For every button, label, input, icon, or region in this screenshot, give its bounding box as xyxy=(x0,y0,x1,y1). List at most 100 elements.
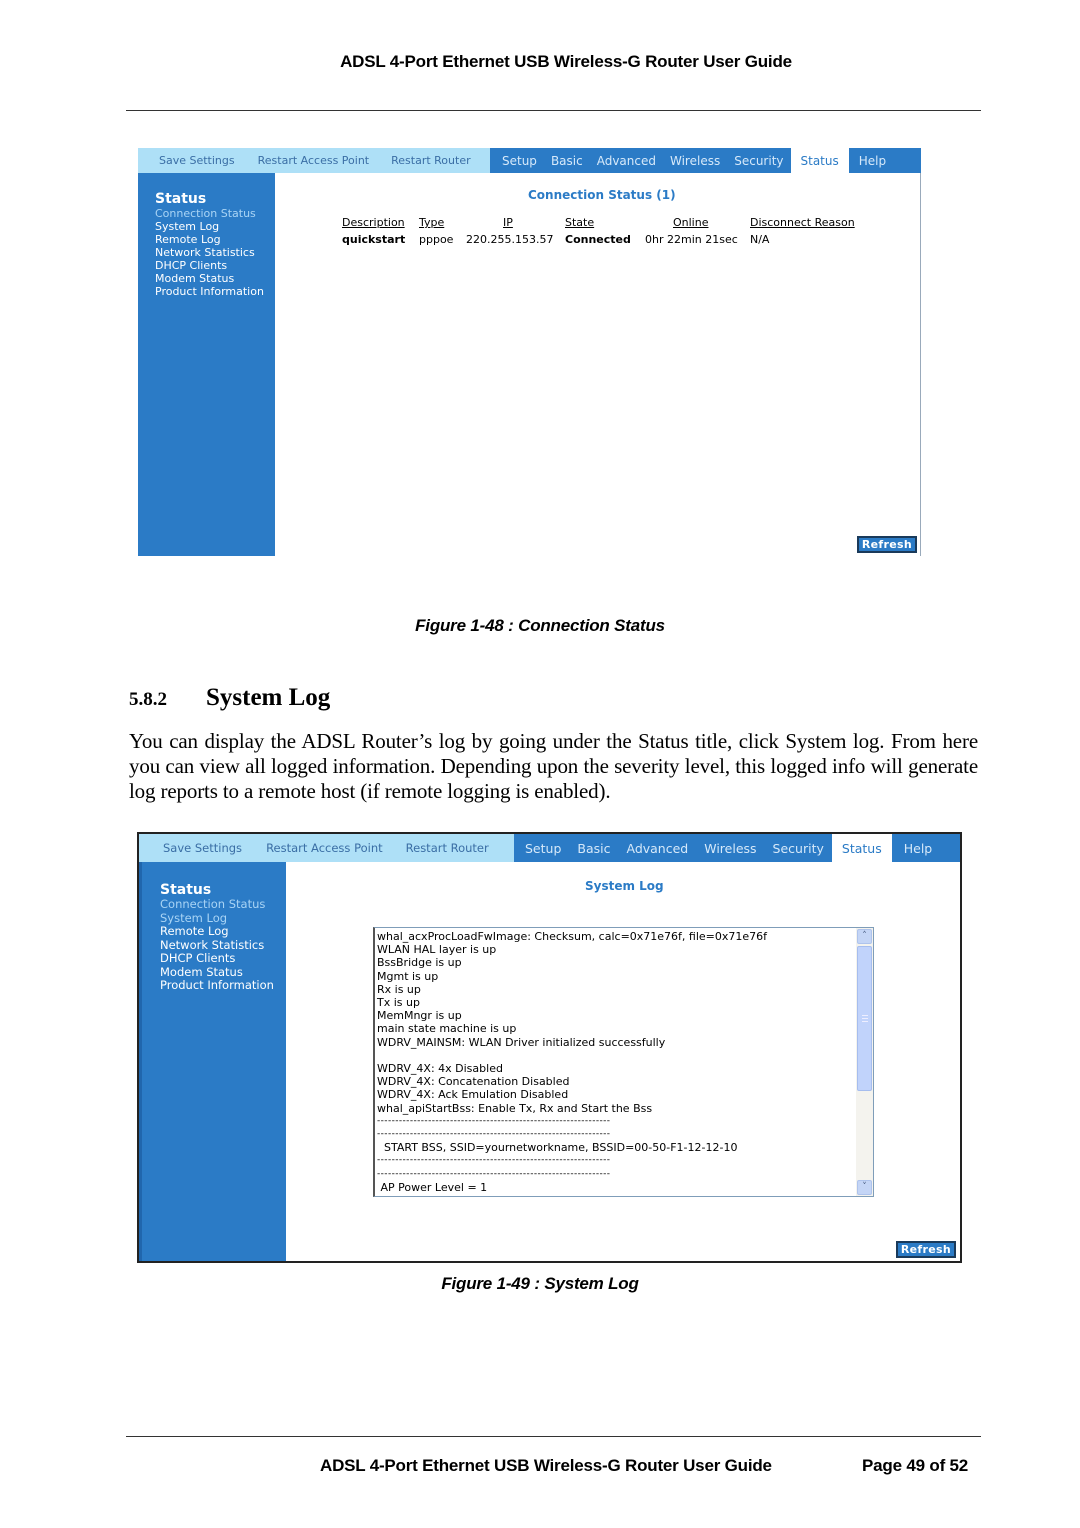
log-line: Tx is up xyxy=(377,996,420,1010)
sidebar-heading: Status xyxy=(155,191,207,207)
section-title: System Log xyxy=(206,684,331,711)
sidebar-item-network-statistics[interactable]: Network Statistics xyxy=(160,938,286,953)
top-nav-bar: Save Settings Restart Access Point Resta… xyxy=(138,148,921,173)
log-line: WLAN HAL layer is up xyxy=(377,943,497,957)
save-settings-link[interactable]: Save Settings xyxy=(163,841,242,855)
log-text: whal_acxProcLoadFwImage: Checksum, calc=… xyxy=(377,930,855,1194)
connection-status-screenshot: Save Settings Restart Access Point Resta… xyxy=(138,148,921,556)
header-rule xyxy=(126,110,981,111)
log-line: ----------------------------------------… xyxy=(377,1155,611,1166)
restart-access-point-link[interactable]: Restart Access Point xyxy=(258,154,370,167)
tab-wireless[interactable]: Wireless xyxy=(663,148,727,173)
scroll-up-arrow-icon[interactable]: ˄ xyxy=(857,929,872,944)
save-settings-link[interactable]: Save Settings xyxy=(159,154,235,167)
sidebar-menu: Connection Status System Log Remote Log … xyxy=(160,897,286,993)
figure-caption: Figure 1-49 : System Log xyxy=(441,1274,639,1293)
sidebar-item-system-log[interactable]: System Log xyxy=(155,220,275,233)
log-line: whal_apiStartBss: Enable Tx, Rx and Star… xyxy=(377,1101,653,1115)
main-tabs: Setup Basic Advanced Wireless Security S… xyxy=(490,148,921,173)
log-line: whal_acxProcLoadFwImage: Checksum, calc=… xyxy=(377,930,768,943)
footer-title: ADSL 4-Port Ethernet USB Wireless-G Rout… xyxy=(320,1456,772,1475)
restart-router-link[interactable]: Restart Router xyxy=(391,154,471,167)
tab-basic[interactable]: Basic xyxy=(569,834,618,862)
main-tabs: Setup Basic Advanced Wireless Security S… xyxy=(514,834,960,862)
log-line: WDRV_MAINSM: WLAN Driver initialized suc… xyxy=(377,1035,666,1049)
tab-wireless[interactable]: Wireless xyxy=(696,834,764,862)
log-scrollbar[interactable]: ˄ ˅ xyxy=(856,928,873,1196)
log-line: ----------------------------------------… xyxy=(377,1129,611,1140)
top-nav-bar: Save Settings Restart Access Point Resta… xyxy=(139,834,960,862)
connection-table: Description Type IP State Online Disconn… xyxy=(342,216,855,246)
grip-icon xyxy=(862,1015,868,1022)
sidebar: Status Connection Status System Log Remo… xyxy=(139,862,286,1261)
col-disconnect-reason: Disconnect Reason xyxy=(750,216,855,229)
content-title: Connection Status (1) xyxy=(528,188,676,202)
col-type: Type xyxy=(419,216,445,229)
tab-advanced[interactable]: Advanced xyxy=(618,834,696,862)
action-bar: Save Settings Restart Access Point Resta… xyxy=(138,148,490,173)
tab-advanced[interactable]: Advanced xyxy=(590,148,663,173)
cell-ip: 220.255.153.57 xyxy=(466,233,554,246)
refresh-button[interactable]: Refresh xyxy=(895,1241,956,1258)
page-header: ADSL 4-Port Ethernet USB Wireless-G Rout… xyxy=(340,52,792,71)
restart-access-point-link[interactable]: Restart Access Point xyxy=(266,841,383,855)
content-title: System Log xyxy=(585,879,664,893)
sidebar-item-connection-status[interactable]: Connection Status xyxy=(160,897,286,912)
log-line: main state machine is up xyxy=(377,1022,517,1036)
sidebar: Status Connection Status System Log Remo… xyxy=(138,173,275,556)
tab-setup[interactable]: Setup xyxy=(490,148,544,173)
page-number: Page 49 of 52 xyxy=(862,1456,969,1475)
action-bar: Save Settings Restart Access Point Resta… xyxy=(139,834,514,862)
log-line: ----------------------------------------… xyxy=(377,1115,611,1126)
col-description: Description xyxy=(342,216,405,229)
tab-basic[interactable]: Basic xyxy=(544,148,590,173)
tab-security[interactable]: Security xyxy=(765,834,832,862)
cell-type: pppoe xyxy=(419,233,454,246)
refresh-button[interactable]: Refresh xyxy=(856,536,917,553)
sidebar-item-remote-log[interactable]: Remote Log xyxy=(160,924,286,939)
log-line: WDRV_4X: Ack Emulation Disabled xyxy=(377,1088,569,1102)
sidebar-item-product-information[interactable]: Product Information xyxy=(155,285,275,298)
sidebar-menu: Connection Status System Log Remote Log … xyxy=(155,207,275,298)
col-ip: IP xyxy=(503,216,513,229)
tab-security[interactable]: Security xyxy=(727,148,790,173)
table-header-row: Description Type IP State Online Disconn… xyxy=(342,216,855,233)
sidebar-item-remote-log[interactable]: Remote Log xyxy=(155,233,275,246)
sidebar-item-modem-status[interactable]: Modem Status xyxy=(155,272,275,285)
footer-rule xyxy=(126,1436,981,1437)
sidebar-heading: Status xyxy=(160,882,212,898)
sidebar-item-system-log[interactable]: System Log xyxy=(160,911,286,926)
log-line: BssBridge is up xyxy=(377,956,462,970)
log-line: Mgmt is up xyxy=(377,969,439,983)
col-state: State xyxy=(565,216,595,229)
log-line: AP Power Level = 1 xyxy=(377,1180,488,1194)
sidebar-item-dhcp-clients[interactable]: DHCP Clients xyxy=(160,951,286,966)
sidebar-item-connection-status[interactable]: Connection Status xyxy=(155,207,275,220)
body-paragraph: You can display the ADSL Router’s log by… xyxy=(129,729,978,803)
table-row: quickstart pppoe 220.255.153.57 Connecte… xyxy=(342,233,855,246)
tab-help[interactable]: Help xyxy=(849,148,893,173)
scroll-down-arrow-icon[interactable]: ˅ xyxy=(857,1180,872,1195)
system-log-textarea[interactable]: whal_acxProcLoadFwImage: Checksum, calc=… xyxy=(373,927,874,1197)
cell-state: Connected xyxy=(565,233,631,246)
figure-caption: Figure 1-48 : Connection Status xyxy=(415,616,665,635)
tab-setup[interactable]: Setup xyxy=(514,834,569,862)
log-line: Rx is up xyxy=(377,982,421,996)
content-border xyxy=(920,173,921,556)
scrollbar-thumb[interactable] xyxy=(857,946,872,1091)
log-line: ----------------------------------------… xyxy=(377,1168,611,1179)
log-line: START BSS, SSID=yournetworkname, BSSID=0… xyxy=(377,1141,738,1155)
cell-disconnect-reason: N/A xyxy=(750,233,770,246)
sidebar-item-dhcp-clients[interactable]: DHCP Clients xyxy=(155,259,275,272)
tab-help[interactable]: Help xyxy=(892,834,941,862)
tab-status[interactable]: Status xyxy=(831,834,892,862)
sidebar-item-modem-status[interactable]: Modem Status xyxy=(160,965,286,980)
section-number: 5.8.2 xyxy=(129,689,167,710)
cell-online: 0hr 22min 21sec xyxy=(645,233,738,246)
restart-router-link[interactable]: Restart Router xyxy=(406,841,489,855)
sidebar-item-network-statistics[interactable]: Network Statistics xyxy=(155,246,275,259)
tab-status[interactable]: Status xyxy=(790,148,849,173)
cell-description: quickstart xyxy=(342,233,406,246)
sidebar-item-product-information[interactable]: Product Information xyxy=(160,978,286,993)
